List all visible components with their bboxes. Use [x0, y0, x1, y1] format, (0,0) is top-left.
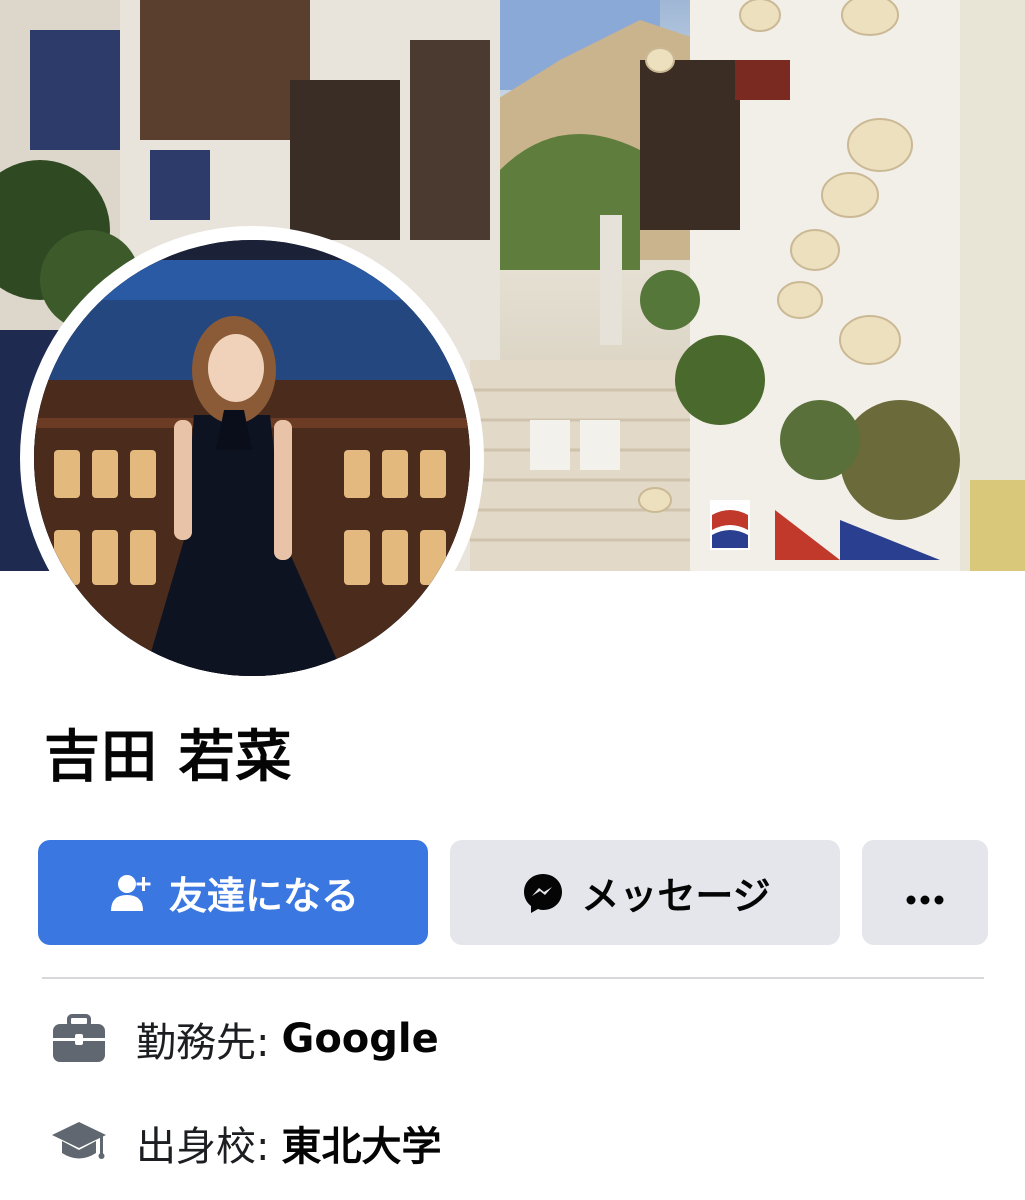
person-add-icon — [107, 869, 155, 917]
message-button[interactable]: メッセージ — [450, 840, 840, 945]
add-friend-label: 友達になる — [168, 874, 359, 918]
work-value[interactable]: Google — [281, 1016, 438, 1062]
education-value[interactable]: 東北大学 — [281, 1114, 441, 1172]
work-label: 勤務先: — [136, 1020, 270, 1066]
messenger-icon — [519, 869, 567, 917]
briefcase-icon — [48, 1008, 110, 1070]
education-info-row: 出身校: 東北大学 — [48, 1108, 441, 1178]
message-label: メッセージ — [581, 874, 771, 918]
more-options-button[interactable] — [862, 840, 988, 945]
education-label: 出身校: — [136, 1124, 270, 1170]
graduation-cap-icon — [48, 1112, 110, 1174]
avatar-photo-illustration — [34, 240, 470, 676]
section-divider — [42, 977, 984, 979]
profile-avatar[interactable] — [20, 226, 484, 690]
work-info-row: 勤務先: Google — [48, 1004, 439, 1074]
profile-name: 吉田 若菜 — [44, 725, 293, 790]
avatar-photo — [34, 240, 470, 676]
add-friend-button[interactable]: 友達になる — [38, 840, 428, 945]
more-dots-icon — [905, 871, 945, 915]
